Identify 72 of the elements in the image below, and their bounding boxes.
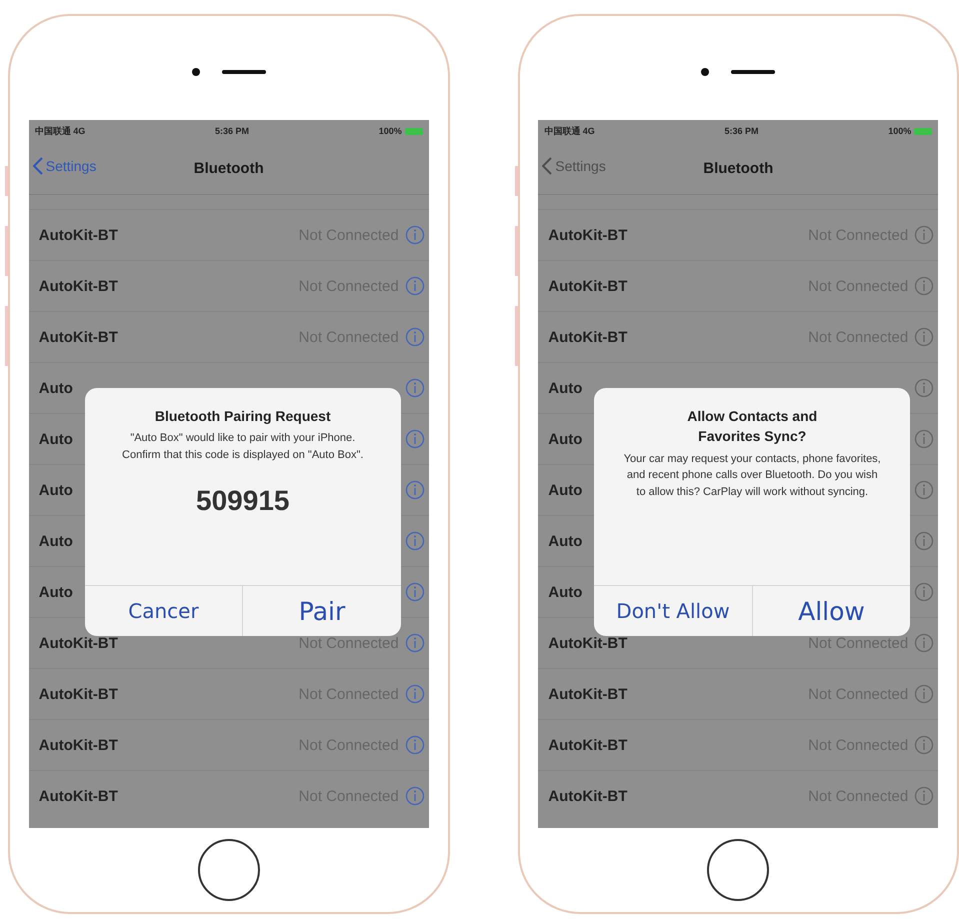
device-name: Auto	[548, 430, 582, 448]
device-name: AutoKit-BT	[548, 686, 628, 702]
info-icon[interactable]	[404, 327, 425, 347]
device-name: AutoKit-BT	[548, 278, 628, 294]
info-icon[interactable]	[404, 786, 425, 806]
info-icon[interactable]	[914, 735, 934, 755]
alert-button[interactable]: Allow	[752, 586, 910, 636]
info-icon[interactable]	[404, 378, 425, 398]
info-icon[interactable]	[914, 684, 934, 704]
speaker-slot	[731, 70, 776, 74]
speaker-slot	[222, 70, 266, 74]
device-name: Auto	[38, 482, 73, 498]
nav-title: Bluetooth	[194, 160, 264, 176]
device-name: AutoKit-BT	[38, 736, 118, 754]
device-name: AutoKit-BT	[548, 736, 628, 754]
battery-icon	[914, 128, 932, 134]
info-icon[interactable]	[404, 276, 425, 296]
device-name: Auto	[38, 532, 73, 550]
home-button[interactable]	[198, 839, 260, 901]
carrier-text: 中国联通 4G	[34, 124, 86, 138]
info-icon[interactable]	[914, 276, 934, 296]
info-icon[interactable]	[404, 429, 425, 449]
chevron-left-icon	[542, 157, 552, 175]
device-name: Auto	[548, 380, 582, 396]
device-name: AutoKit-BT	[548, 788, 628, 804]
info-icon[interactable]	[404, 684, 425, 704]
device-name: AutoKit-BT	[38, 278, 118, 294]
alert-message: Your car may request your contacts, phone favorites, and recent phone calls over Bluetooth. Do you wish to allow this? CarPlay will work without syncing.	[622, 452, 882, 500]
device-name: Auto	[548, 584, 582, 600]
info-icon[interactable]	[914, 327, 934, 347]
battery-percent: 100%	[378, 126, 402, 136]
device-name: AutoKit-BT	[38, 226, 118, 244]
camera-dot	[192, 68, 200, 76]
home-button[interactable]	[707, 839, 770, 901]
device-name: AutoKit-BT	[38, 634, 118, 652]
device-name: AutoKit-BT	[38, 788, 118, 804]
info-icon[interactable]	[404, 582, 425, 602]
info-icon[interactable]	[914, 786, 934, 806]
info-icon[interactable]	[914, 378, 934, 398]
device-name: Auto	[38, 584, 73, 600]
device-name: AutoKit-BT	[548, 328, 628, 346]
info-icon[interactable]	[914, 531, 934, 551]
device-name: Auto	[38, 380, 73, 396]
battery-percent: 100%	[888, 126, 912, 136]
status-time: 5:36 PM	[724, 126, 758, 136]
camera-dot	[701, 68, 710, 76]
device-name: AutoKit-BT	[38, 686, 118, 702]
nav-title: Bluetooth	[703, 160, 774, 176]
info-icon[interactable]	[404, 225, 425, 245]
info-icon[interactable]	[914, 429, 934, 449]
info-icon[interactable]	[914, 480, 934, 500]
status-time: 5:36 PM	[214, 126, 249, 136]
info-icon[interactable]	[404, 480, 425, 500]
back-link[interactable]: Settings	[542, 157, 606, 175]
alert-message: "Auto Box" would like to pair with your iPhone. Confirm that this code is displayed on "Auto Box".	[121, 431, 364, 463]
info-icon[interactable]	[914, 633, 934, 653]
device-name: Auto	[548, 482, 582, 498]
carrier-text: 中国联通 4G	[544, 124, 595, 138]
info-icon[interactable]	[914, 225, 934, 245]
device-name: AutoKit-BT	[38, 328, 118, 346]
info-icon[interactable]	[914, 582, 934, 602]
info-icon[interactable]	[404, 633, 425, 653]
device-name: AutoKit-BT	[548, 634, 628, 652]
device-name: AutoKit-BT	[548, 226, 628, 244]
device-name: Auto	[548, 532, 582, 550]
chevron-left-icon	[32, 157, 43, 175]
alert-button[interactable]: Pair	[242, 586, 401, 636]
info-icon[interactable]	[404, 735, 425, 755]
pairing-code: 509915	[196, 485, 290, 518]
battery-icon	[404, 128, 423, 134]
device-name: Auto	[38, 430, 73, 448]
info-icon[interactable]	[404, 531, 425, 551]
